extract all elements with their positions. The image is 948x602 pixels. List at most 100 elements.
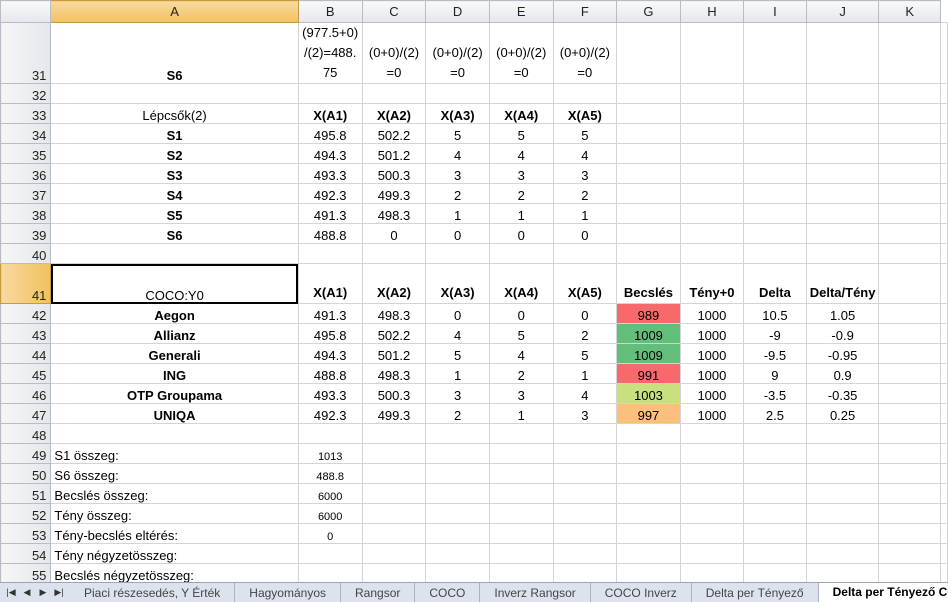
row-header[interactable]: 49 <box>0 443 52 464</box>
cell-a[interactable]: S6 <box>50 22 299 84</box>
cell-g[interactable] <box>616 103 681 124</box>
cell-g[interactable] <box>616 443 681 464</box>
cell-a[interactable]: Tény-becslés eltérés: <box>50 523 299 544</box>
cell-k[interactable] <box>940 83 948 104</box>
cell-i[interactable] <box>743 123 807 144</box>
cell-g[interactable]: 997 <box>616 403 681 424</box>
cell-c[interactable]: 499.3 <box>361 183 427 204</box>
cell-d[interactable] <box>425 243 490 264</box>
cell-i[interactable] <box>743 103 807 124</box>
cell-g[interactable] <box>616 483 681 504</box>
cell-d[interactable] <box>425 523 490 544</box>
cell-e[interactable]: X(A4) <box>488 103 554 124</box>
cell-i[interactable] <box>743 203 807 224</box>
cell-e[interactable]: 3 <box>488 163 554 184</box>
spreadsheet-grid[interactable]: ABCDEFGHIJK 31 S6 (977.5+0) /(2)=488. 75 (0… <box>0 0 948 582</box>
cell-f[interactable]: X(A5) <box>552 263 618 304</box>
cell-c[interactable]: 502.2 <box>361 323 427 344</box>
cell-h[interactable] <box>679 183 745 204</box>
cell-j[interactable]: 0.25 <box>805 403 880 424</box>
cell-k[interactable] <box>878 503 941 524</box>
cell-a[interactable]: S6 <box>50 223 299 244</box>
sheet-tab[interactable]: Delta per Tényező <box>691 583 819 602</box>
cell-i[interactable] <box>743 143 807 164</box>
column-header-c[interactable]: C <box>361 0 427 23</box>
cell-f[interactable] <box>552 463 618 484</box>
cell-c[interactable] <box>361 243 427 264</box>
cell-c[interactable] <box>361 563 427 582</box>
cell-c[interactable]: 499.3 <box>361 403 427 424</box>
cell-j[interactable]: -0.9 <box>805 323 880 344</box>
row-header[interactable]: 55 <box>0 563 52 582</box>
cell-b[interactable]: (977.5+0) /(2)=488. 75 <box>297 22 363 84</box>
cell-k[interactable] <box>878 463 941 484</box>
cell-i[interactable] <box>743 503 807 524</box>
column-header-e[interactable]: E <box>488 0 554 23</box>
row-header[interactable]: 48 <box>0 423 52 444</box>
cell-j[interactable]: 1.05 <box>805 303 880 324</box>
cell-c[interactable]: 500.3 <box>361 163 427 184</box>
cell-k[interactable] <box>878 443 941 464</box>
cell-c[interactable]: 498.3 <box>361 303 427 324</box>
cell-k[interactable] <box>940 303 948 324</box>
cell-c[interactable] <box>361 503 427 524</box>
cell-i[interactable] <box>743 423 807 444</box>
cell-h[interactable] <box>679 483 745 504</box>
cell-b[interactable]: 491.3 <box>297 303 363 324</box>
cell-d[interactable]: X(A3) <box>425 103 490 124</box>
cell-k[interactable] <box>878 403 941 424</box>
cell-e[interactable]: 4 <box>488 343 554 364</box>
cell-k[interactable] <box>940 123 948 144</box>
cell-f[interactable]: 5 <box>552 343 618 364</box>
cell-d[interactable]: 1 <box>425 363 490 384</box>
cell-a[interactable]: S1 <box>50 123 299 144</box>
cell-e[interactable]: 3 <box>488 383 554 404</box>
cell-k[interactable] <box>940 463 948 484</box>
cell-c[interactable]: 502.2 <box>361 123 427 144</box>
cell-d[interactable]: 1 <box>425 203 490 224</box>
cell-g[interactable]: 1003 <box>616 383 681 404</box>
cell-e[interactable] <box>488 463 554 484</box>
cell-k[interactable] <box>878 183 941 204</box>
row-header[interactable]: 46 <box>0 383 52 404</box>
cell-i[interactable] <box>743 243 807 264</box>
cell-j[interactable] <box>805 503 880 524</box>
select-all-corner[interactable] <box>0 0 52 23</box>
cell-b[interactable]: 493.3 <box>297 163 363 184</box>
cell-d[interactable] <box>425 423 490 444</box>
cell-k[interactable] <box>878 223 941 244</box>
row-header[interactable]: 43 <box>0 323 52 344</box>
cell-g[interactable] <box>616 183 681 204</box>
cell-b[interactable]: X(A1) <box>297 263 363 304</box>
cell-d[interactable]: 4 <box>425 143 490 164</box>
cell-b[interactable]: 493.3 <box>297 383 363 404</box>
cell-b[interactable]: 488.8 <box>297 363 363 384</box>
row-header[interactable]: 35 <box>0 143 52 164</box>
column-header-b[interactable]: B <box>297 0 363 23</box>
cell-g[interactable] <box>616 163 681 184</box>
cell-k[interactable] <box>940 203 948 224</box>
cell-b[interactable]: 491.3 <box>297 203 363 224</box>
cell-j[interactable] <box>805 463 880 484</box>
row-header[interactable]: 41 <box>0 263 52 304</box>
cell-e[interactable] <box>488 563 554 582</box>
cell-g[interactable]: 991 <box>616 363 681 384</box>
cell-k[interactable] <box>940 483 948 504</box>
cell-b[interactable]: 494.3 <box>297 143 363 164</box>
cell-b[interactable]: 1013 <box>297 443 363 464</box>
last-sheet-icon[interactable]: ▶| <box>52 586 66 600</box>
cell-a[interactable]: Becslés összeg: <box>50 483 299 504</box>
cell-g[interactable] <box>616 423 681 444</box>
row-header[interactable]: 32 <box>0 83 52 104</box>
cell-i[interactable] <box>743 83 807 104</box>
cell-f[interactable]: 5 <box>552 123 618 144</box>
cell-j[interactable] <box>805 183 880 204</box>
cell-f[interactable]: 4 <box>552 383 618 404</box>
cell-a[interactable]: S6 összeg: <box>50 463 299 484</box>
cell-g[interactable]: 1009 <box>616 343 681 364</box>
cell-b[interactable] <box>297 543 363 564</box>
cell-k[interactable] <box>940 103 948 124</box>
cell-h[interactable] <box>679 223 745 244</box>
cell-c[interactable]: (0+0)/(2) =0 <box>361 22 427 84</box>
cell-j[interactable]: Delta/Tény <box>805 263 880 304</box>
